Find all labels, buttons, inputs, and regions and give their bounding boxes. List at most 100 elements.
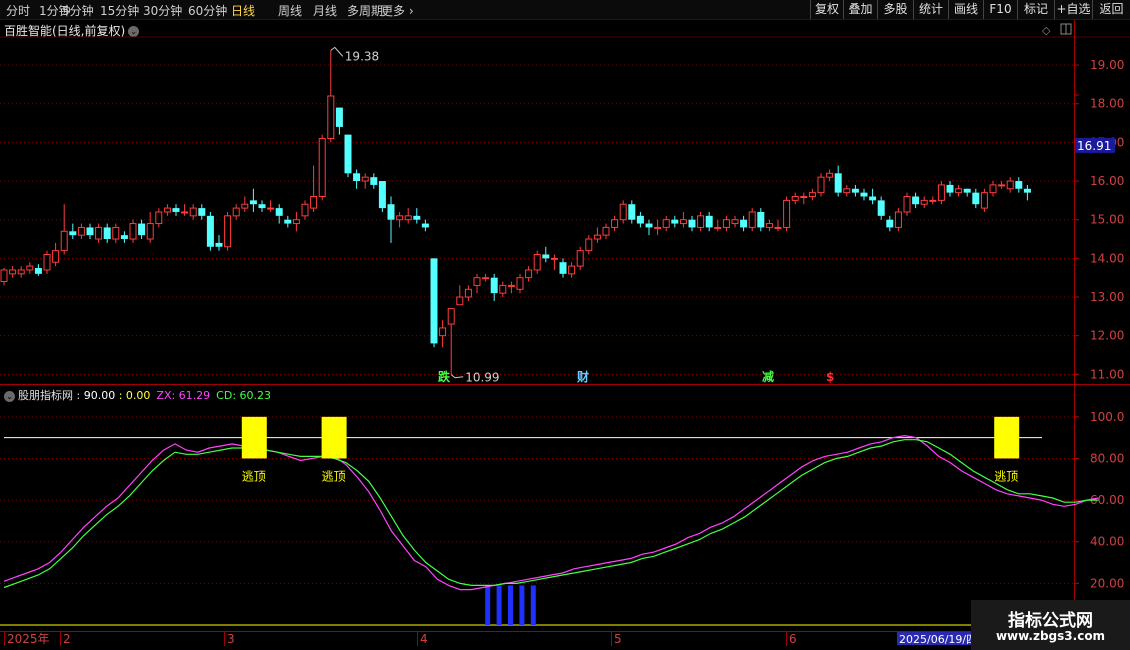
candle-body (52, 250, 60, 263)
candle-body (439, 327, 447, 337)
candle-body (748, 211, 756, 228)
candle-body (146, 223, 154, 240)
candle-body (112, 226, 120, 240)
candle-body (224, 215, 232, 248)
candle-body (774, 226, 782, 229)
low-price-pointer (450, 374, 464, 379)
candle-body (335, 107, 343, 127)
candle-body (34, 268, 42, 274)
candle-body (421, 223, 429, 228)
candle-body (628, 204, 636, 220)
candle-body (843, 188, 851, 194)
current-price-label: 16.91 (1077, 139, 1111, 153)
candle-body (499, 284, 507, 294)
candle-body (834, 173, 842, 193)
diamond-icon: ◇ (1042, 24, 1051, 37)
candle-body (516, 277, 524, 290)
candle-body (619, 203, 627, 221)
event-marker: $ (826, 370, 834, 384)
candle-body (550, 257, 558, 260)
price-tick-label: 12.00 (1090, 329, 1124, 343)
candle-body (43, 253, 51, 271)
candle-body (189, 207, 197, 217)
candle-body (533, 253, 541, 271)
candle-body (361, 176, 369, 182)
candle-body (688, 219, 696, 228)
low-price-label: 10.99 (465, 371, 499, 385)
event-marker: 财 (576, 369, 589, 384)
candle-body (456, 296, 464, 306)
indicator-tick-label: 40.00 (1090, 535, 1124, 549)
top-escape-label: 逃顶 (242, 469, 266, 483)
bottom-signal-bar (496, 585, 502, 625)
candle-body (310, 196, 318, 209)
candle-body (894, 211, 902, 228)
price-tick-label: 14.00 (1090, 251, 1124, 265)
top-escape-label: 逃顶 (994, 469, 1018, 483)
candle-body (1023, 188, 1031, 193)
date-label: 4 (420, 632, 428, 646)
candle-body (292, 219, 300, 225)
candle-body (989, 184, 997, 194)
candle-body (972, 192, 980, 205)
candle-body (800, 196, 808, 199)
high-price-pointer (330, 46, 344, 57)
candle-body (215, 242, 223, 247)
candle-body (920, 199, 928, 205)
indicator-tick-label: 80.00 (1090, 451, 1124, 465)
price-tick-label: 18.00 (1090, 97, 1124, 111)
event-marker: 跌 (438, 369, 451, 384)
candle-body (267, 207, 275, 210)
price-tick-label: 19.00 (1090, 58, 1124, 72)
candle-body (77, 226, 85, 236)
candle-body (731, 219, 739, 225)
watermark-url: www.zbgs3.com (995, 629, 1106, 643)
candle-body (662, 219, 670, 228)
candle-body (1006, 180, 1014, 190)
high-price-label: 19.38 (345, 49, 379, 63)
indicator-tick-label: 20.00 (1090, 576, 1124, 590)
top-escape-signal (994, 416, 1020, 459)
candle-body (69, 231, 77, 236)
candle-body (120, 235, 128, 240)
top-escape-label: 逃顶 (322, 469, 346, 483)
bottom-signal-bar (485, 585, 491, 625)
top-escape-signal (321, 416, 347, 459)
price-tick-label: 15.00 (1090, 213, 1124, 227)
candle-body (929, 199, 937, 202)
candle-body (826, 172, 834, 178)
candle-body (937, 184, 945, 201)
candle-body (258, 204, 266, 209)
candle-body (138, 223, 146, 236)
candle-body (645, 223, 653, 228)
candle-body (206, 215, 214, 247)
chart-canvas: 19.0018.0017.0016.0015.0014.0013.0012.00… (0, 20, 1130, 646)
candle-body (86, 227, 94, 236)
candle-body (507, 284, 515, 287)
candle-body (791, 196, 799, 201)
candle-body (576, 250, 584, 267)
watermark-logo: 指标公式网 www.zbgs3.com (971, 600, 1130, 650)
candle-body (473, 277, 481, 286)
candle-body (722, 219, 730, 228)
candle-body (318, 138, 326, 198)
candle-body (808, 192, 816, 198)
candle-body (559, 262, 567, 274)
candle-body (585, 238, 593, 252)
candle-body (980, 192, 988, 209)
candle-body (370, 177, 378, 185)
candle-body (851, 188, 859, 193)
indicator-tick-label: 100.0 (1090, 410, 1124, 424)
cursor-date-label: 2025/06/19/四 (899, 633, 977, 646)
candle-body (103, 227, 111, 240)
candle-body (783, 199, 791, 228)
candle-body (404, 215, 412, 221)
candle-body (17, 269, 25, 275)
candle-body (740, 219, 748, 228)
price-tick-label: 13.00 (1090, 290, 1124, 304)
price-tick-label: 11.00 (1090, 367, 1124, 381)
candle-body (249, 200, 257, 205)
candle-body (697, 215, 705, 228)
candle-body (817, 176, 825, 194)
event-marker: 减 (762, 369, 774, 384)
